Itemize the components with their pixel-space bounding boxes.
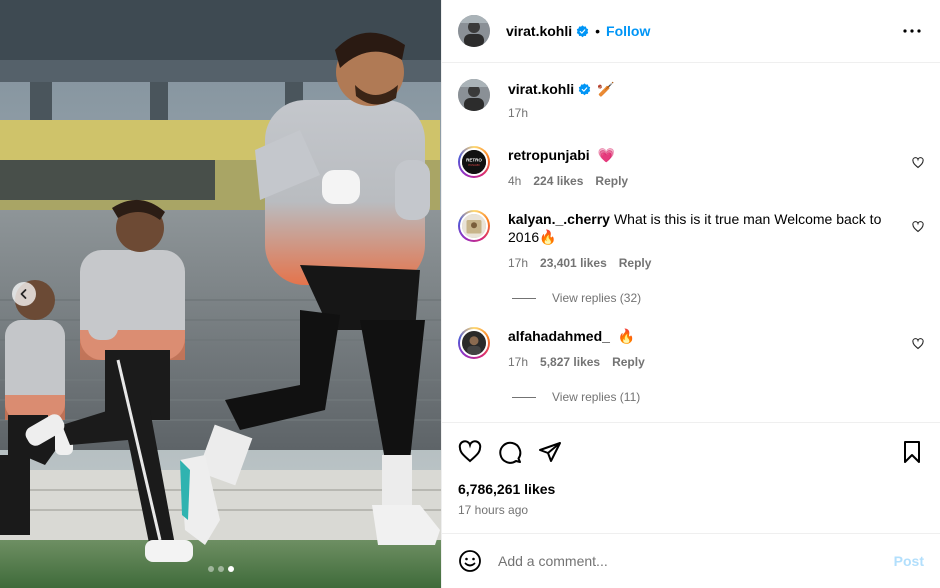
more-icon	[903, 29, 921, 33]
reply-button[interactable]: Reply	[595, 174, 628, 188]
share-icon[interactable]	[538, 440, 562, 464]
verified-icon	[576, 24, 589, 37]
caption-time[interactable]: 17h	[508, 106, 528, 120]
likes-count[interactable]: 6,786,261 likes	[442, 481, 940, 501]
comment-username[interactable]: alfahadahmed_	[508, 328, 610, 344]
comments-list[interactable]: virat.kohli 🏏 17h RETRO PUNJABI retropunja…	[442, 63, 940, 422]
author-username[interactable]: virat.kohli	[506, 23, 572, 39]
comment-avatar[interactable]	[458, 327, 490, 359]
comment-likes[interactable]: 5,827 likes	[540, 355, 600, 369]
caption-row: virat.kohli 🏏 17h	[458, 79, 924, 120]
svg-text:PUNJABI: PUNJABI	[468, 163, 479, 167]
post-photo[interactable]	[0, 0, 441, 588]
reply-button[interactable]: Reply	[619, 256, 652, 270]
carousel-dot-active	[227, 566, 234, 572]
comment-avatar[interactable]	[458, 210, 490, 242]
carousel-dot	[207, 566, 214, 572]
carousel-prev-button[interactable]	[12, 282, 36, 306]
bookmark-icon[interactable]	[900, 440, 924, 464]
follow-button[interactable]: Follow	[606, 23, 650, 39]
comment-text: 💗	[597, 147, 615, 163]
reply-button[interactable]: Reply	[612, 355, 645, 369]
verified-icon	[578, 83, 591, 96]
caption-avatar[interactable]	[458, 79, 490, 111]
comment-input[interactable]	[498, 553, 894, 569]
carousel-dot	[217, 566, 224, 572]
view-replies-label: View replies (11)	[552, 390, 641, 404]
comment-avatar[interactable]: RETRO PUNJABI	[458, 146, 490, 178]
comment-like-icon[interactable]	[912, 157, 924, 169]
comment-username[interactable]: kalyan._.cherry	[508, 211, 610, 227]
comment-time[interactable]: 4h	[508, 174, 521, 188]
add-comment-bar: Post	[442, 533, 940, 588]
caption-username[interactable]: virat.kohli	[508, 81, 574, 97]
post-details-panel: virat.kohli • Follow virat.kohli 🏏 17h R…	[441, 0, 940, 588]
comment-likes[interactable]: 224 likes	[533, 174, 583, 188]
comment-icon[interactable]	[498, 440, 522, 464]
more-options-button[interactable]	[900, 19, 924, 43]
heart-icon[interactable]	[458, 440, 482, 464]
comment-likes[interactable]: 23,401 likes	[540, 256, 607, 270]
post-image	[0, 0, 441, 588]
header-separator: •	[595, 23, 601, 39]
comment-time[interactable]: 17h	[508, 355, 528, 369]
comment-text: 🔥	[617, 328, 636, 344]
view-replies-line	[512, 297, 536, 299]
action-bar	[442, 422, 940, 481]
view-replies-button[interactable]: View replies (11)	[512, 390, 924, 404]
comment-row: RETRO PUNJABI retropunjabi 💗 4h 224 likes…	[458, 146, 924, 188]
view-replies-line	[512, 396, 536, 398]
comment-like-icon[interactable]	[912, 221, 924, 233]
avatar-logo-text: RETRO	[466, 157, 482, 162]
comment-row: alfahadahmed_ 🔥 17h 5,827 likes Reply	[458, 327, 924, 369]
post-comment-button[interactable]: Post	[894, 553, 924, 569]
comment-row: kalyan._.cherry What is this is it true m…	[458, 210, 924, 270]
comment-like-icon[interactable]	[912, 338, 924, 350]
caption-text: 🏏	[597, 81, 615, 97]
author-avatar[interactable]	[458, 15, 490, 47]
emoji-icon[interactable]	[458, 549, 482, 573]
comment-username[interactable]: retropunjabi	[508, 147, 590, 163]
chevron-left-icon	[20, 289, 27, 299]
carousel-indicator	[0, 566, 441, 572]
post-header: virat.kohli • Follow	[442, 0, 940, 63]
comment-time[interactable]: 17h	[508, 256, 528, 270]
view-replies-label: View replies (32)	[552, 291, 642, 305]
view-replies-button[interactable]: View replies (32)	[512, 291, 924, 305]
posted-time[interactable]: 17 hours ago	[442, 503, 940, 525]
